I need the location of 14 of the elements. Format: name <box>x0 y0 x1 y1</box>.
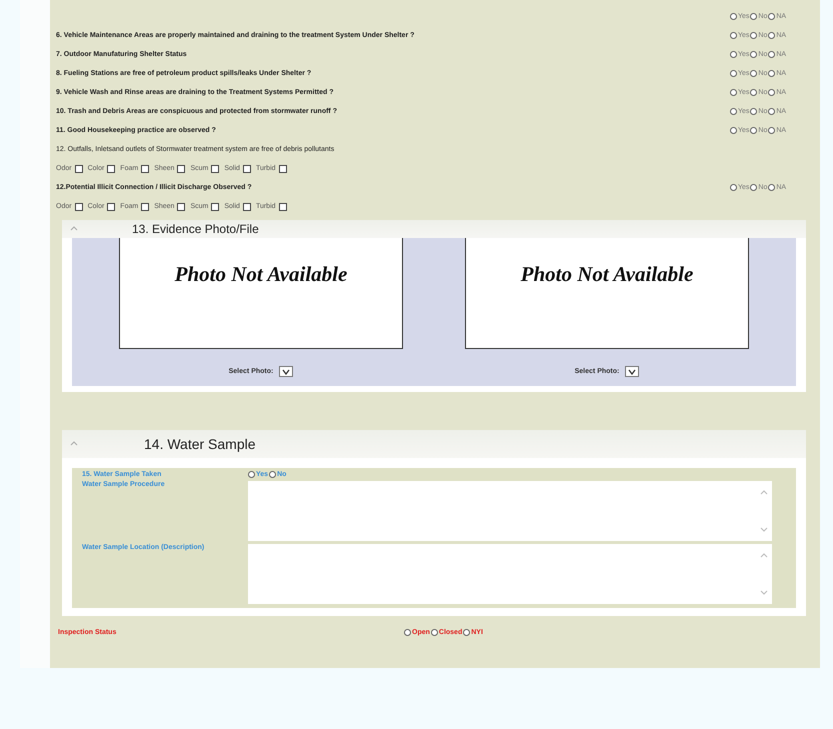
section-header[interactable]: 13. Evidence Photo/File <box>62 220 806 238</box>
caret-icon <box>628 368 636 374</box>
section-title: 13. Evidence Photo/File <box>132 222 259 236</box>
photo-dropdown[interactable] <box>279 366 294 377</box>
scrollbar-icon <box>760 552 768 596</box>
collapse-icon[interactable] <box>70 225 78 233</box>
scrollbar-icon <box>760 489 768 533</box>
photo-dropdown[interactable] <box>625 366 640 377</box>
section-title: 14. Water Sample <box>144 436 256 452</box>
caret-icon <box>282 368 290 374</box>
collapse-icon[interactable] <box>70 440 78 448</box>
photo-placeholder-text: Photo Not Available <box>520 262 694 288</box>
section-header[interactable]: 14. Water Sample <box>62 430 806 458</box>
photo-placeholder-text: Photo Not Available <box>174 262 348 288</box>
